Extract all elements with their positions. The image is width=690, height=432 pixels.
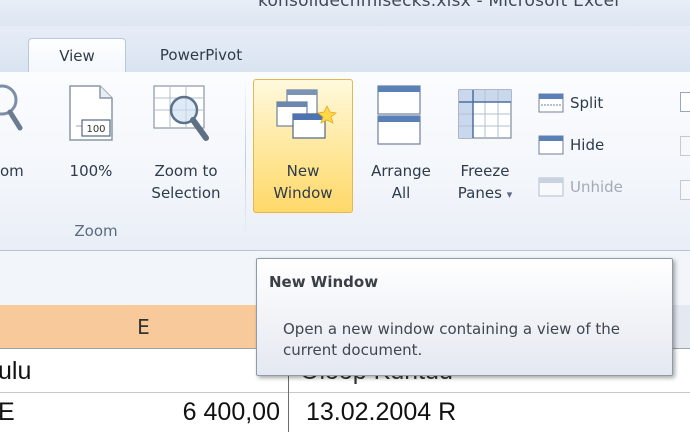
cell-f-value[interactable]: 13.02.2004 R [306,398,456,427]
group-separator [245,80,246,240]
svg-text:100: 100 [86,124,105,135]
window-title: konsolidechmisecks.xlsx - Microsoft Exce… [258,0,620,11]
chevron-down-icon: ▾ [506,188,513,201]
hide-icon [538,135,564,155]
zoom-100-icon[interactable]: 100 [64,84,120,144]
zoom-group-label: Zoom [74,222,118,240]
zoom-to-selection-label-line2[interactable]: Selection [136,182,236,204]
arrange-all-label-line2[interactable]: All [356,182,446,204]
hide-button[interactable]: Hide [538,132,688,158]
unhide-button[interactable]: Unhide [538,174,688,200]
arrange-all-icon[interactable] [374,84,424,146]
tooltip-description: Open a new window containing a view of t… [283,320,620,359]
unhide-label: Unhide [570,178,623,196]
column-header-e[interactable]: E [0,305,288,349]
cell-d-header[interactable]: ulu [0,357,31,386]
new-window-label-line2: Window [273,184,333,202]
cell-e-value[interactable]: 6 400,00 [60,398,280,427]
zoom-icon[interactable] [0,84,24,134]
split-label: Split [570,94,604,112]
row-divider [0,392,690,393]
new-window-tooltip: New Window Open a new window containing … [256,258,673,376]
split-button[interactable]: Split [538,90,688,116]
hide-label: Hide [570,136,605,154]
ribbon-overflow-edge [680,92,690,212]
freeze-panes-label-line1[interactable]: Freeze [442,160,528,182]
split-icon [538,93,564,113]
ribbon-tab-row: View PowerPivot [0,26,690,74]
tab-powerpivot[interactable]: PowerPivot [142,38,260,72]
zoom-to-selection-icon[interactable] [150,82,216,148]
zoom-100-label[interactable]: 100% [58,160,124,182]
cell-d-value[interactable]: E [0,398,15,427]
freeze-panes-label-line2[interactable]: Panes ▾ [442,182,528,206]
tab-view[interactable]: View [28,38,126,74]
title-bar: konsolidechmisecks.xlsx - Microsoft Exce… [0,0,690,26]
zoom-button-label[interactable]: om [0,160,30,182]
window-small-buttons: Split Hide Unhide [538,90,688,200]
freeze-panes-icon[interactable] [455,86,515,144]
new-window-icon [273,86,337,146]
unhide-icon [538,177,564,197]
arrange-all-label-line1[interactable]: Arrange [356,160,446,182]
tooltip-title: New Window [269,273,379,291]
freeze-panes-text: Panes [457,184,502,202]
new-window-label-line1: New [286,162,320,180]
zoom-to-selection-label-line1[interactable]: Zoom to [136,160,236,182]
